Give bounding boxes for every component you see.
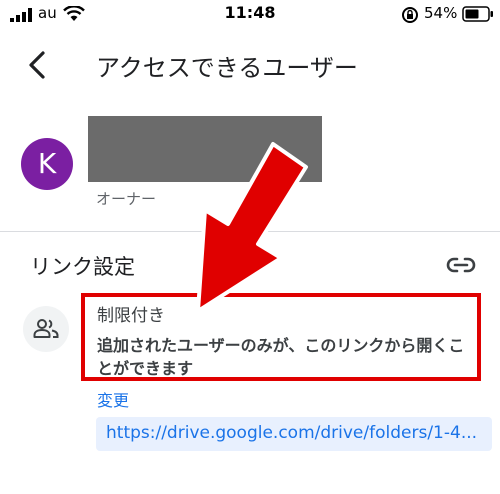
back-arrow-icon[interactable] [24, 50, 50, 80]
status-bar: au 11:48 54% [0, 0, 500, 30]
people-icon [33, 319, 59, 338]
page-title: アクセスできるユーザー [96, 54, 358, 82]
people-icon-container [23, 306, 69, 352]
section-title: リンク設定 [30, 255, 135, 279]
battery-icon [462, 6, 493, 22]
battery-percent: 54% [424, 4, 458, 22]
change-link[interactable]: 変更 [97, 387, 129, 411]
avatar: K [21, 138, 73, 190]
divider [0, 231, 500, 232]
redacted-owner-name [88, 116, 322, 182]
annotation-highlight-box [81, 293, 481, 381]
rotation-lock-icon [402, 7, 418, 23]
owner-role-label: オーナー [96, 190, 157, 208]
share-url[interactable]: https://drive.google.com/drive/folders/1… [96, 417, 492, 451]
link-icon[interactable] [446, 256, 476, 274]
